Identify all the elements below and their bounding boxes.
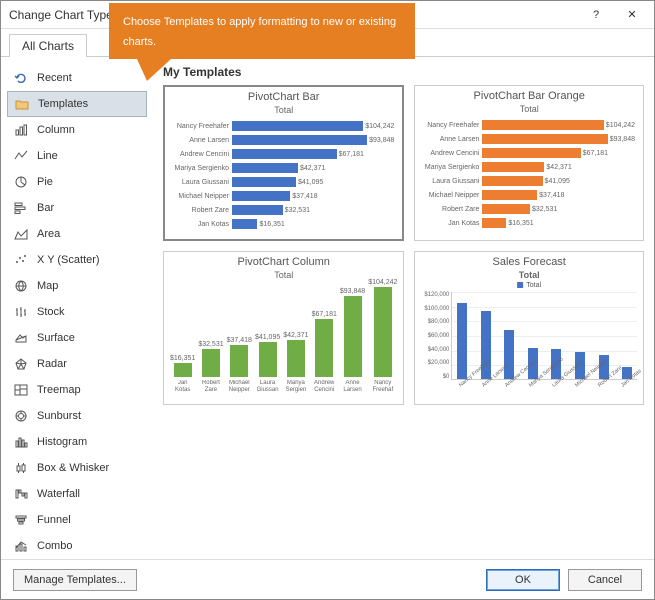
sidebar-item-label: Histogram — [37, 436, 87, 448]
column-icon — [13, 122, 29, 138]
scatter-icon — [13, 252, 29, 268]
treemap-icon — [13, 382, 29, 398]
template-sales-forecast[interactable]: Sales Forecast Total Total $120,000$100,… — [414, 251, 644, 405]
template-title: Sales Forecast — [419, 256, 639, 268]
callout-text: Choose Templates to apply formatting to … — [123, 16, 396, 48]
window-title: Change Chart Type — [9, 8, 113, 22]
close-icon: ✕ — [627, 8, 636, 21]
help-button[interactable]: ? — [578, 4, 614, 26]
sidebar-item-label: Sunburst — [37, 410, 81, 422]
sidebar-item-label: Templates — [38, 98, 88, 110]
chart-preview: Total $120,000$100,000$80,000$60,000$40,… — [419, 282, 639, 398]
sidebar-item-bar[interactable]: Bar — [7, 195, 147, 221]
sidebar-item-label: Pie — [37, 176, 53, 188]
tutorial-callout: Choose Templates to apply formatting to … — [109, 3, 415, 59]
histogram-icon — [13, 434, 29, 450]
template-subtitle: Total — [169, 105, 398, 115]
template-title: PivotChart Column — [168, 256, 399, 268]
sidebar-item-radar[interactable]: Radar — [7, 351, 147, 377]
sidebar-item-recent[interactable]: Recent — [7, 65, 147, 91]
template-title: PivotChart Bar — [169, 91, 398, 103]
sidebar-item-templates[interactable]: Templates — [7, 91, 147, 117]
template-pivotchart-column[interactable]: PivotChart Column Total $16,351Jan Kotas… — [163, 251, 404, 405]
sidebar-item-treemap[interactable]: Treemap — [7, 377, 147, 403]
tab-all-charts[interactable]: All Charts — [9, 34, 87, 57]
template-title: PivotChart Bar Orange — [419, 90, 639, 102]
chart-preview: Nancy Freehafer$104,242Anne Larsen$93,84… — [169, 117, 398, 233]
chart-preview: $16,351Jan Kotas$32,531Robert Zare$37,41… — [168, 282, 399, 394]
sidebar-item-sunburst[interactable]: Sunburst — [7, 403, 147, 429]
sidebar-item-histogram[interactable]: Histogram — [7, 429, 147, 455]
section-header: My Templates — [163, 65, 644, 79]
sidebar-item-label: Stock — [37, 306, 65, 318]
sidebar-item-label: Recent — [37, 72, 72, 84]
template-subtitle: Total — [419, 270, 639, 280]
sidebar-item-boxwhisker[interactable]: Box & Whisker — [7, 455, 147, 481]
sidebar-item-label: Surface — [37, 332, 75, 344]
funnel-icon — [13, 512, 29, 528]
sidebar-item-label: Box & Whisker — [37, 462, 109, 474]
folder-icon — [14, 96, 30, 112]
sidebar-item-combo[interactable]: Combo — [7, 533, 147, 559]
sidebar-item-label: Line — [37, 150, 58, 162]
sidebar-item-line[interactable]: Line — [7, 143, 147, 169]
sidebar-item-label: Combo — [37, 540, 72, 552]
sidebar-item-label: X Y (Scatter) — [37, 254, 100, 266]
pie-icon — [13, 174, 29, 190]
radar-icon — [13, 356, 29, 372]
chart-preview: Nancy Freehafer$104,242Anne Larsen$93,84… — [419, 116, 639, 232]
sidebar-item-label: Funnel — [37, 514, 71, 526]
template-subtitle: Total — [168, 270, 399, 280]
sidebar-item-label: Bar — [37, 202, 54, 214]
sidebar-item-scatter[interactable]: X Y (Scatter) — [7, 247, 147, 273]
bar-icon — [13, 200, 29, 216]
sidebar-item-label: Radar — [37, 358, 67, 370]
close-button[interactable]: ✕ — [614, 4, 650, 26]
sunburst-icon — [13, 408, 29, 424]
sidebar-item-waterfall[interactable]: Waterfall — [7, 481, 147, 507]
chart-categories: Nancy FreehaferAnne LarsenAndrew Cencini… — [451, 382, 637, 398]
sidebar-item-map[interactable]: Map — [7, 273, 147, 299]
chart-yaxis: $120,000$100,000$80,000$60,000$40,000$20… — [419, 292, 449, 380]
sidebar-item-label: Map — [37, 280, 58, 292]
map-icon — [13, 278, 29, 294]
sidebar-item-stock[interactable]: Stock — [7, 299, 147, 325]
sidebar-item-label: Treemap — [37, 384, 81, 396]
cancel-button[interactable]: Cancel — [568, 569, 642, 591]
sidebar-item-column[interactable]: Column — [7, 117, 147, 143]
templates-pane: My Templates PivotChart Bar Total Nancy … — [153, 57, 654, 559]
area-icon — [13, 226, 29, 242]
help-icon: ? — [593, 9, 599, 21]
sidebar-item-area[interactable]: Area — [7, 221, 147, 247]
template-pivotchart-bar-orange[interactable]: PivotChart Bar Orange Total Nancy Freeha… — [414, 85, 644, 241]
boxwhisker-icon — [13, 460, 29, 476]
combo-icon — [13, 538, 29, 554]
recent-icon — [13, 70, 29, 86]
surface-icon — [13, 330, 29, 346]
template-subtitle: Total — [419, 104, 639, 114]
sidebar-item-label: Column — [37, 124, 75, 136]
sidebar-item-funnel[interactable]: Funnel — [7, 507, 147, 533]
sidebar-item-pie[interactable]: Pie — [7, 169, 147, 195]
sidebar-item-label: Area — [37, 228, 60, 240]
category-sidebar: Recent Templates Column Line Pie Bar Are… — [1, 57, 153, 559]
sidebar-item-label: Waterfall — [37, 488, 80, 500]
line-icon — [13, 148, 29, 164]
manage-templates-button[interactable]: Manage Templates... — [13, 569, 137, 591]
ok-button[interactable]: OK — [486, 569, 560, 591]
chart-legend: Total — [517, 282, 541, 289]
template-pivotchart-bar[interactable]: PivotChart Bar Total Nancy Freehafer$104… — [163, 85, 404, 241]
sidebar-item-surface[interactable]: Surface — [7, 325, 147, 351]
stock-icon — [13, 304, 29, 320]
waterfall-icon — [13, 486, 29, 502]
